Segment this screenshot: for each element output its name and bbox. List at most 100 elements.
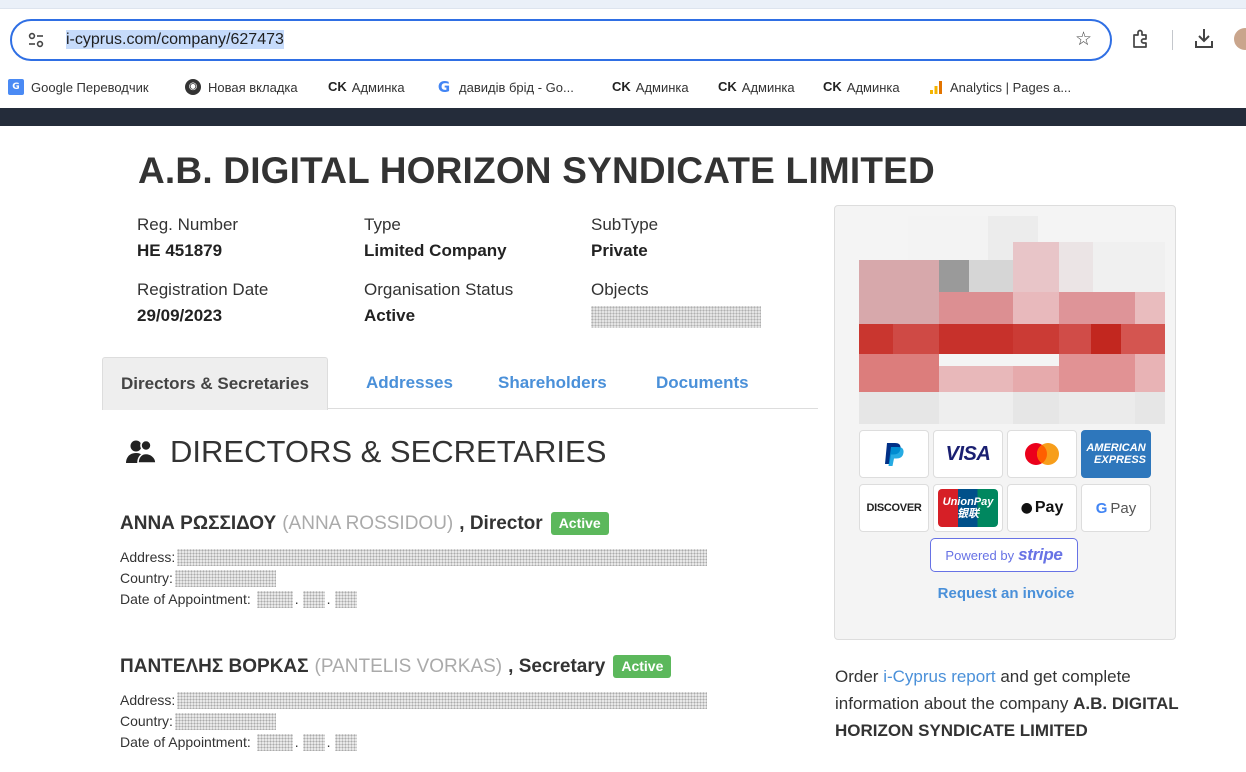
ck-icon: CK [823, 79, 842, 94]
bookmark-admin-4[interactable]: CK Админка [823, 74, 900, 100]
redacted-date [256, 734, 293, 751]
amex-logo: AMERICAN EXPRESS [1081, 430, 1151, 478]
report-card: VISA AMERICAN EXPRESS DISCOVER UnionPay … [834, 205, 1176, 640]
tab-shareholders[interactable]: Shareholders [498, 357, 607, 409]
extensions-icon[interactable] [1130, 28, 1152, 50]
person-card: ΠΑΝΤΕΛΗΣ ΒΟΡΚΑΣ (PANTELIS VORKAS) , Secr… [120, 655, 820, 753]
tab-strip [0, 0, 1246, 9]
profile-avatar[interactable] [1234, 28, 1246, 50]
address-label: Address: [120, 549, 176, 565]
paypal-icon [885, 443, 904, 466]
section-title: DIRECTORS & SECRETARIES [170, 434, 607, 469]
pixelated-report-image [859, 216, 1165, 424]
tab-addresses[interactable]: Addresses [366, 357, 453, 409]
info-label: Objects [591, 280, 649, 299]
mastercard-icon [1025, 443, 1059, 465]
address-row: Address: [120, 547, 820, 568]
google-icon: G [437, 78, 451, 96]
person-role: , Director [459, 512, 543, 534]
google-translate-icon: G [8, 79, 24, 95]
unionpay-icon: UnionPay 银联 [938, 489, 998, 527]
ck-icon: CK [612, 79, 631, 94]
person-heading: ΑΝΝΑ ΡΩΣΣΙΔΟΥ (ANNA ROSSIDOU) , Director… [120, 512, 820, 535]
info-registration-date: Registration Date 29/09/2023 [137, 277, 268, 329]
stripe-logo: stripe [1018, 545, 1063, 564]
ck-icon: CK [328, 79, 347, 94]
order-report-text: Order i-Cyprus report and get complete i… [835, 667, 1179, 740]
apple-pay-logo: ● Pay [1007, 484, 1077, 532]
info-label: SubType [591, 215, 659, 234]
url-text[interactable]: i-cyprus.com/company/627473 [66, 30, 284, 49]
analytics-icon [930, 81, 942, 94]
unionpay-logo: UnionPay 银联 [933, 484, 1003, 532]
bookmarks-bar: G Google Переводчик ◉ Новая вкладка CK А… [0, 74, 1246, 100]
info-value: 29/09/2023 [137, 306, 223, 325]
country-row: Country: [120, 568, 820, 589]
bookmark-star-icon[interactable]: ☆ [1075, 28, 1092, 51]
paypal-logo [859, 430, 929, 478]
redacted-date [256, 591, 293, 608]
address-row: Address: [120, 690, 820, 711]
users-icon [126, 439, 156, 464]
appointment-row: Date of Appointment: .. [120, 732, 820, 753]
info-label: Organisation Status [364, 280, 514, 299]
person-name: ΠΑΝΤΕΛΗΣ ΒΟΡΚΑΣ [120, 655, 309, 677]
person-heading: ΠΑΝΤΕΛΗΣ ΒΟΡΚΑΣ (PANTELIS VORKAS) , Secr… [120, 655, 820, 678]
visa-logo: VISA [933, 430, 1003, 478]
redacted-date [334, 734, 357, 751]
redacted-country [174, 570, 276, 587]
country-label: Country: [120, 570, 173, 586]
redacted-objects [591, 306, 761, 328]
info-value: HE 451879 [137, 241, 223, 260]
tab-documents[interactable]: Documents [656, 357, 749, 409]
site-settings-icon[interactable] [26, 30, 46, 50]
redacted-date [302, 734, 325, 751]
apple-icon: ● [1020, 500, 1033, 516]
address-label: Address: [120, 692, 176, 708]
redacted-date [334, 591, 357, 608]
person-card: ΑΝΝΑ ΡΩΣΣΙΔΟΥ (ANNA ROSSIDOU) , Director… [120, 512, 820, 610]
info-value: Active [364, 306, 416, 325]
powered-by-stripe[interactable]: Powered by stripe [930, 538, 1078, 572]
google-pay-logo: G Pay [1081, 484, 1151, 532]
appointment-label: Date of Appointment: [120, 591, 251, 607]
section-heading: DIRECTORS & SECRETARIES [126, 434, 606, 470]
person-role: , Secretary [508, 655, 606, 677]
bookmark-new-tab[interactable]: ◉ Новая вкладка [185, 74, 298, 100]
country-label: Country: [120, 713, 173, 729]
status-badge: Active [613, 655, 672, 678]
address-bar[interactable]: i-cyprus.com/company/627473 ☆ [10, 19, 1112, 61]
new-tab-icon: ◉ [185, 79, 201, 95]
info-label: Reg. Number [137, 215, 239, 234]
redacted-date [302, 591, 325, 608]
bookmark-admin-3[interactable]: CK Админка [718, 74, 795, 100]
bookmark-admin-1[interactable]: CK Админка [328, 74, 405, 100]
google-g-icon: G [1095, 499, 1108, 517]
site-header-bar [0, 108, 1246, 126]
download-icon[interactable] [1192, 26, 1216, 52]
appointment-row: Date of Appointment: .. [120, 589, 820, 610]
info-value: Private [591, 241, 648, 260]
bookmark-admin-2[interactable]: CK Админка [612, 74, 689, 100]
request-invoice-link[interactable]: Request an invoice [835, 585, 1177, 602]
ck-icon: CK [718, 79, 737, 94]
person-latin-name: (PANTELIS VORKAS) [314, 655, 503, 677]
info-label: Type [364, 215, 401, 234]
bookmark-google-search[interactable]: G давидів брід - Go... [436, 74, 574, 100]
bookmark-google-translate[interactable]: G Google Переводчик [8, 74, 149, 100]
company-tabs: Directors & Secretaries Addresses Shareh… [102, 357, 818, 410]
redacted-address [177, 692, 708, 709]
bookmark-analytics[interactable]: Analytics | Pages a... [929, 74, 1071, 100]
order-report-link[interactable]: i-Cyprus report [883, 667, 995, 686]
company-title: A.B. DIGITAL HORIZON SYNDICATE LIMITED [138, 150, 935, 191]
redacted-country [174, 713, 276, 730]
mastercard-logo [1007, 430, 1077, 478]
info-value: Limited Company [364, 241, 507, 260]
appointment-label: Date of Appointment: [120, 734, 251, 750]
tab-directors-secretaries[interactable]: Directors & Secretaries [102, 357, 329, 410]
country-row: Country: [120, 711, 820, 732]
info-reg-number: Reg. Number HE 451879 [137, 212, 238, 264]
toolbar-separator [1172, 30, 1173, 50]
person-name: ΑΝΝΑ ΡΩΣΣΙΔΟΥ [120, 512, 277, 534]
status-badge: Active [550, 512, 609, 535]
